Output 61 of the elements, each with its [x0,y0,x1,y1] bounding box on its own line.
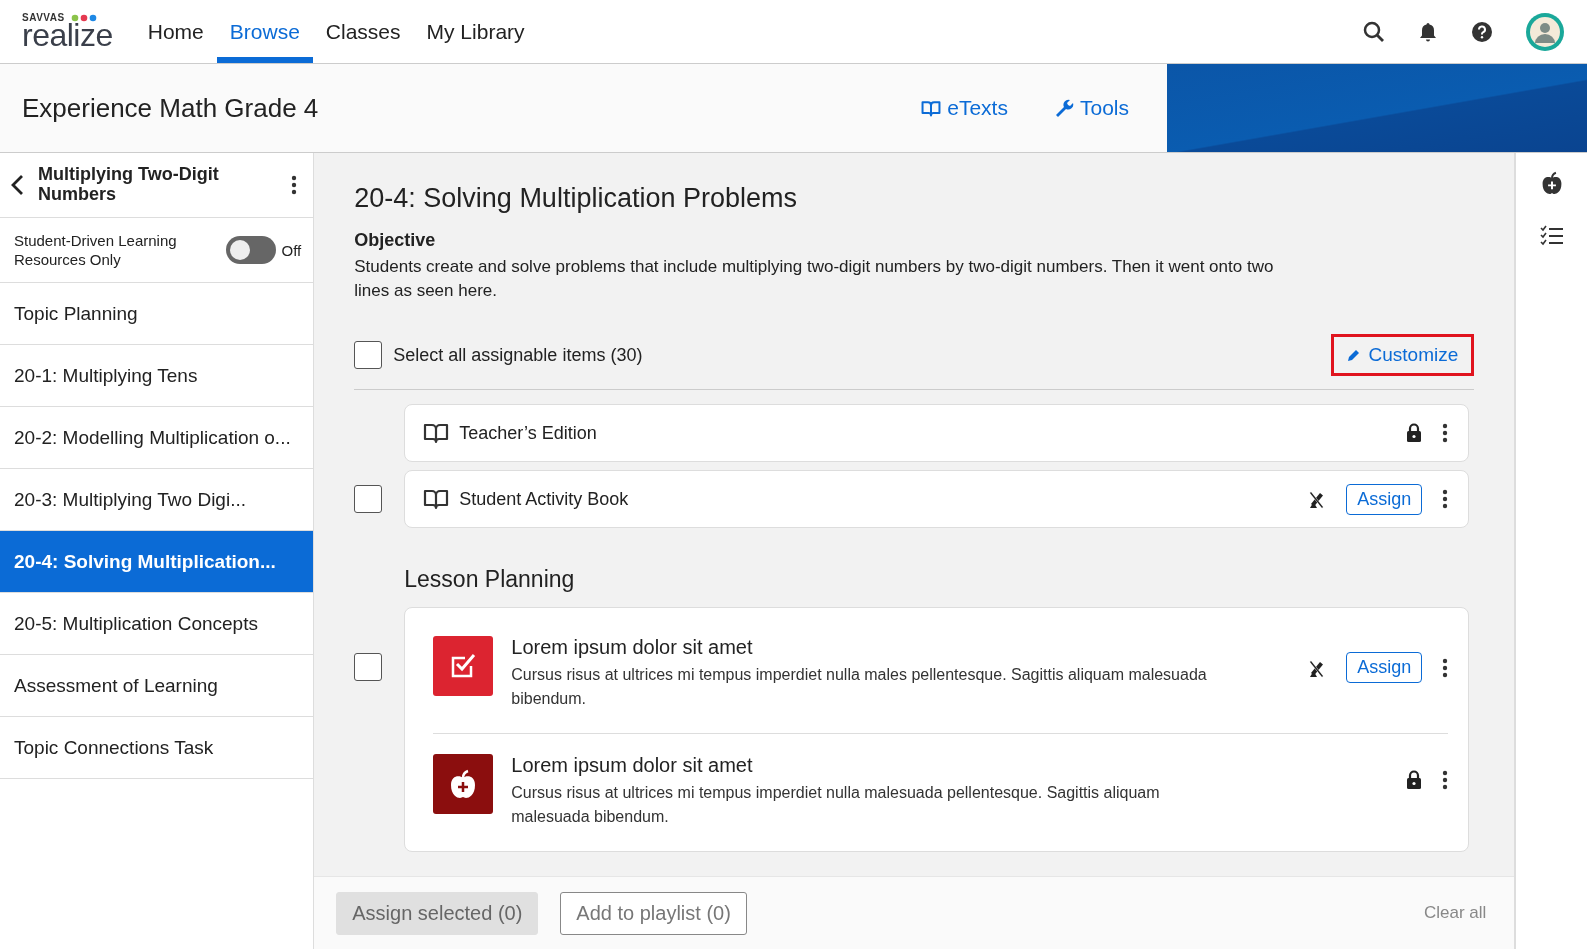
sidebar-item[interactable]: Topic Connections Task [0,717,314,779]
lesson-title: 20-4: Solving Multiplication Problems [354,183,798,214]
checkbox[interactable] [354,653,383,681]
help-icon[interactable] [1471,20,1493,43]
sidebar-item[interactable]: 20-5: Multiplication Concepts [0,593,314,655]
checklist-icon[interactable] [1539,225,1564,247]
avatar[interactable] [1525,11,1565,52]
lesson-item[interactable]: Lorem ipsum dolor sit amet Cursus risus at ultrices mi tempus imperdiet nulla males pellentesque. Sagittis aliquam malesuada bibendum. Assign [433,608,1449,733]
resource-description: Cursus risus at ultrices mi tempus imperdiet nulla malesuada pellentesque. Sagittis aliquam malesuada bibendum. [511,783,1161,827]
sidebar-item[interactable]: 20-2: Modelling Multiplication o... [0,407,314,469]
toggle-switch[interactable] [225,236,276,264]
add-to-playlist-button[interactable]: Add to playlist (0) [560,891,747,935]
assign-button[interactable]: Assign [1346,652,1423,683]
checkbox[interactable] [354,485,383,513]
section-heading: Lesson Planning [404,566,576,593]
toggle-state: Off [281,241,302,259]
lock-icon [1406,770,1423,790]
back-icon[interactable] [10,174,24,196]
vertical-dots-icon[interactable] [1442,657,1449,678]
pencil-icon [1346,348,1361,362]
bell-icon[interactable] [1419,21,1437,42]
sidebar-item[interactable]: Assessment of Learning [0,655,314,717]
vertical-dots-icon[interactable] [1442,770,1449,790]
toolbar-link[interactable]: eTexts [921,96,1008,120]
course-title: Experience Math Grade 4 [22,92,320,124]
toolbar-link[interactable]: Tools [1053,96,1129,120]
nav-tab[interactable]: Home [134,0,217,63]
lock-icon [1406,423,1423,443]
colored-dots-icon [70,13,97,22]
apple-tile-icon [433,754,494,814]
vertical-dots-icon[interactable] [1442,489,1449,509]
resource-card[interactable]: Student Activity Book Assign [404,470,1470,528]
search-icon[interactable] [1363,20,1385,43]
resource-description: Cursus risus at ultrices mi tempus imperdiet nulla males pellentesque. Sagittis aliquam malesuada bibendum. [511,665,1208,709]
sidebar-title: Multiplying Two-Digit Numbers [38,165,220,205]
logo-brand-small: SAVVAS [22,12,65,23]
checkbox-tile-icon [433,636,494,696]
clear-all-link[interactable]: Clear all [1423,903,1487,923]
resource-title: Lorem ipsum dolor sit amet [511,754,754,777]
checkbox[interactable] [354,341,383,369]
book-icon [423,422,450,444]
lesson-item[interactable]: Lorem ipsum dolor sit amet Cursus risus at ultrices mi tempus imperdiet nulla malesuada pellentesque. Sagittis aliquam malesuada bibendum. [433,733,1449,851]
nav-tab[interactable]: Classes [312,0,414,63]
select-all-label: Select all assignable items (30) [393,344,644,366]
assign-button[interactable]: Assign [1346,483,1423,515]
vertical-dots-icon[interactable] [291,175,298,195]
vertical-dots-icon[interactable] [1442,423,1449,443]
nav-tab[interactable]: My Library [413,0,538,63]
objective-text: Students create and solve problems that include multiplying two-digit numbers by two-digit numbers. Then it went onto two lines as seen here. [354,256,1275,302]
sidebar-item[interactable]: 20-4: Solving Multiplication... [0,531,314,593]
customize-button[interactable]: Customize [1330,334,1475,376]
sidebar-item[interactable]: 20-1: Multiplying Tens [0,345,314,407]
book-icon [921,99,942,117]
apple-plus-icon[interactable] [1540,171,1563,195]
book-icon [423,488,450,510]
no-edit-icon [1308,489,1327,509]
resource-card[interactable]: Teacher’s Edition [404,404,1470,462]
objective-heading: Objective [354,230,437,251]
resource-title: Lorem ipsum dolor sit amet [511,636,754,659]
sidebar-item[interactable]: Topic Planning [0,283,314,345]
toggle-label: Student-Driven Learning Resources Only [14,230,178,270]
